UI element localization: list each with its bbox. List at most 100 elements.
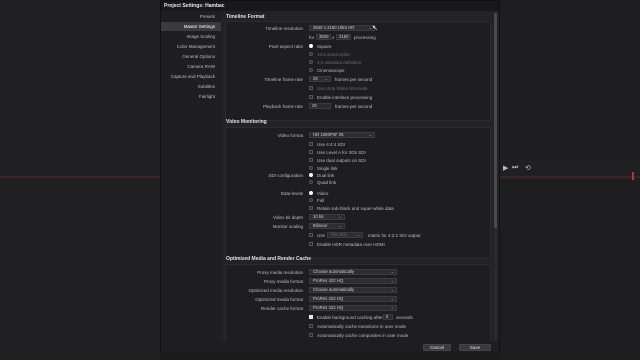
background-caching-seconds-field[interactable]: 5 (383, 314, 393, 320)
level-a-checkbox[interactable] (309, 150, 313, 154)
sdi-single-link-label: Single link (317, 166, 338, 171)
data-levels-full-radio[interactable] (309, 198, 313, 202)
sidebar-item-fairlight[interactable]: Fairlight (161, 92, 221, 101)
optimized-format-dropdown[interactable]: ProRes 422 HQ ⌄ (309, 296, 397, 302)
processing-label: processing (354, 35, 376, 40)
right-panel-background (500, 0, 640, 360)
sidebar-item-capture-playback[interactable]: Capture and Playback (161, 72, 221, 81)
use-444-sdi-label: Use 4:4:4 SDI (317, 142, 346, 147)
aspect-sd-radio[interactable] (309, 60, 313, 64)
use-444-sdi-checkbox[interactable] (309, 142, 313, 146)
timeline-resolution-dropdown[interactable]: 3840 x 2160 Ultra HD ⌄ (309, 25, 375, 31)
monitor-scaling-label: Monitor scaling (272, 224, 303, 229)
sdi-dual-link-radio[interactable] (309, 173, 313, 177)
settings-content: Timeline Format Timeline resolution 3840… (223, 11, 493, 341)
chevron-down-icon: ⌄ (368, 132, 372, 137)
data-levels-label: Data levels (280, 191, 303, 196)
proxy-format-dropdown[interactable]: ProRes 422 HQ ⌄ (309, 278, 397, 284)
drop-frame-checkbox[interactable] (309, 86, 313, 90)
playback-rate-label: Playback frame rate (262, 104, 303, 109)
section-title-timeline-format: Timeline Format (226, 14, 265, 20)
sidebar-item-image-scaling[interactable]: Image Scaling (161, 32, 221, 41)
timeline-line-right (500, 176, 640, 178)
hdr-metadata-label: Enable HDR metadata over HDMI (317, 242, 385, 247)
render-cache-format-dropdown[interactable]: ProRes 422 HQ ⌄ (309, 305, 397, 311)
section-title-optimized-media: Optimized Media and Render Cache (226, 256, 312, 262)
video-format-label: Video format (277, 133, 303, 138)
sidebar-item-presets[interactable]: Presets (161, 12, 221, 21)
dialog-title: Project Settings: Hambac (161, 1, 499, 11)
cache-composites-checkbox[interactable] (309, 333, 313, 337)
retain-data-checkbox[interactable] (309, 206, 313, 210)
background-caching-checkbox[interactable] (309, 315, 313, 319)
save-button[interactable]: Save (459, 344, 491, 351)
chevron-down-icon: ⌄ (338, 223, 342, 228)
sidebar-item-color-management[interactable]: Color Management (161, 42, 221, 51)
aspect-sd-label: 4:3 standard definition (317, 60, 362, 65)
sdi-single-link-radio[interactable] (309, 166, 313, 170)
chevron-down-icon: ⌄ (356, 232, 360, 237)
playhead-marker (632, 172, 634, 180)
left-panel-background (0, 0, 160, 360)
cache-transitions-label: Automatically cache transitions in user … (317, 324, 407, 329)
resolution-height-field[interactable]: 2160 (336, 34, 351, 40)
aspect-square-radio[interactable] (309, 44, 313, 48)
mouse-cursor-icon: ↖ (372, 25, 378, 32)
monitor-scaling-dropdown[interactable]: Bilinear ⌄ (309, 223, 345, 229)
frame-rate-label: Timeline frame rate (264, 77, 303, 82)
data-levels-video-radio[interactable] (309, 191, 313, 195)
skip-end-icon[interactable]: ⏭ (512, 164, 518, 172)
bit-depth-label: Video bit depth (273, 215, 303, 220)
chevron-down-icon: ⌄ (338, 214, 342, 219)
optimized-resolution-dropdown[interactable]: Choose automatically ⌄ (309, 287, 397, 293)
optimized-format-label: Optimized media format (255, 297, 303, 302)
playback-rate-field[interactable]: 25 (309, 103, 331, 109)
sidebar-item-subtitles[interactable]: Subtitles (161, 82, 221, 91)
bit-depth-dropdown[interactable]: 10 bit ⌄ (309, 214, 345, 220)
sidebar-item-camera-raw[interactable]: Camera RAW (161, 62, 221, 71)
timeline-line-left (0, 176, 160, 178)
interlace-checkbox[interactable] (309, 95, 313, 99)
proxy-resolution-dropdown[interactable]: Choose automatically ⌄ (309, 269, 397, 275)
video-format-dropdown[interactable]: HD 1080PsF 25 ⌄ (309, 132, 375, 138)
chevron-down-icon: ⌄ (390, 305, 394, 310)
cache-composites-label: Automatically cache composites in user m… (317, 333, 409, 338)
chevron-down-icon: ⌄ (390, 269, 394, 274)
frame-rate-dropdown[interactable]: 25 ⌄ (309, 76, 331, 82)
pixel-aspect-label: Pixel aspect ratio (268, 44, 303, 49)
aspect-anamorphic-radio[interactable] (309, 52, 313, 56)
hdr-metadata-checkbox[interactable] (309, 242, 313, 246)
optimized-media-panel (225, 264, 491, 341)
playback-fps-label: frames per second (335, 104, 373, 109)
sdi-quad-link-radio[interactable] (309, 180, 313, 184)
retain-data-label: Retain sub-black and super-white data (317, 206, 394, 211)
sdi-quad-link-label: Quad link (317, 180, 337, 185)
interlace-label: Enable interlace processing (317, 95, 373, 100)
scrollbar-thumb[interactable] (494, 13, 497, 228)
sdi-dual-link-label: Dual link (317, 173, 335, 178)
section-title-video-monitoring: Video Monitoring (226, 119, 267, 125)
aspect-cinemascope-radio[interactable] (309, 68, 313, 72)
settings-sidebar: Presets Master Settings Image Scaling Co… (161, 11, 221, 341)
sidebar-item-master-settings[interactable]: Master Settings (161, 22, 221, 31)
matrix-label: matrix for 4:2:2 SDI output (368, 233, 421, 238)
cache-transitions-checkbox[interactable] (309, 324, 313, 328)
use-label: Use (317, 233, 326, 238)
timeline-resolution-label: Timeline resolution (265, 26, 303, 31)
chevron-down-icon: ⌄ (390, 287, 394, 292)
render-cache-format-label: Render cache format (260, 306, 303, 311)
use-matrix-checkbox[interactable] (309, 233, 313, 237)
resolution-width-field[interactable]: 3840 (316, 34, 331, 40)
background-caching-label: Enable background caching after (317, 315, 383, 320)
play-icon[interactable]: ▶ (503, 164, 508, 172)
loop-icon[interactable]: ⟲ (525, 164, 531, 172)
aspect-cinemascope-label: Cinemascope (317, 68, 345, 73)
sidebar-item-general-options[interactable]: General Options (161, 52, 221, 61)
chevron-down-icon: ⌄ (390, 296, 394, 301)
matrix-dropdown[interactable]: Rec.601 ⌄ (327, 232, 363, 238)
cancel-button[interactable]: Cancel (423, 344, 451, 351)
dual-outputs-checkbox[interactable] (309, 158, 313, 162)
frames-per-second-label: frames per second (335, 77, 373, 82)
for-label: for (309, 35, 315, 40)
aspect-square-label: Square (317, 44, 332, 49)
